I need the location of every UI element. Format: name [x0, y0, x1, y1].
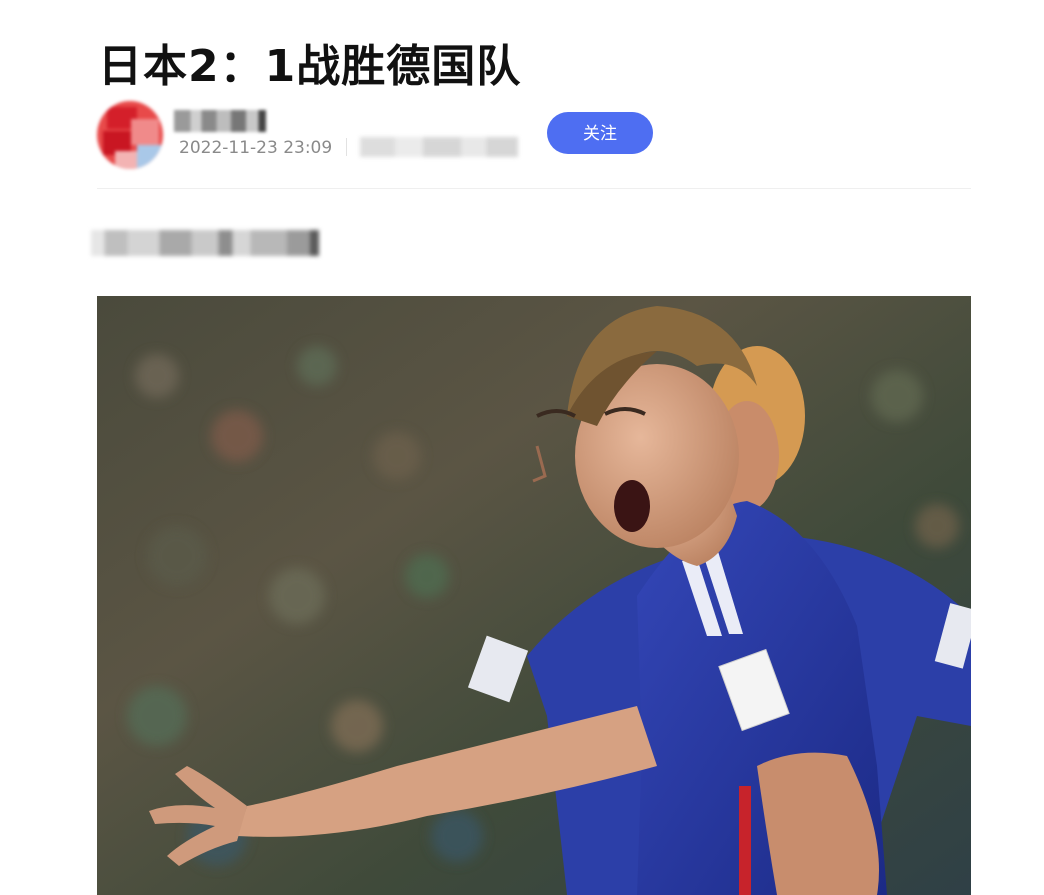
article-photo [97, 296, 971, 895]
source-info-redacted [360, 137, 518, 157]
article-photo-illustration [97, 296, 971, 895]
article-page: 日本2：1战胜德国队 2022-11-23 23:09 关注 [0, 0, 1044, 895]
meta-divider [346, 138, 347, 156]
author-name-redacted[interactable] [174, 110, 266, 132]
article-title: 日本2：1战胜德国队 [98, 41, 522, 93]
author-avatar[interactable] [97, 101, 163, 169]
follow-button[interactable]: 关注 [547, 112, 653, 154]
lead-text-redacted [91, 230, 319, 256]
header-divider [97, 188, 971, 189]
publish-time: 2022-11-23 23:09 [179, 138, 333, 158]
